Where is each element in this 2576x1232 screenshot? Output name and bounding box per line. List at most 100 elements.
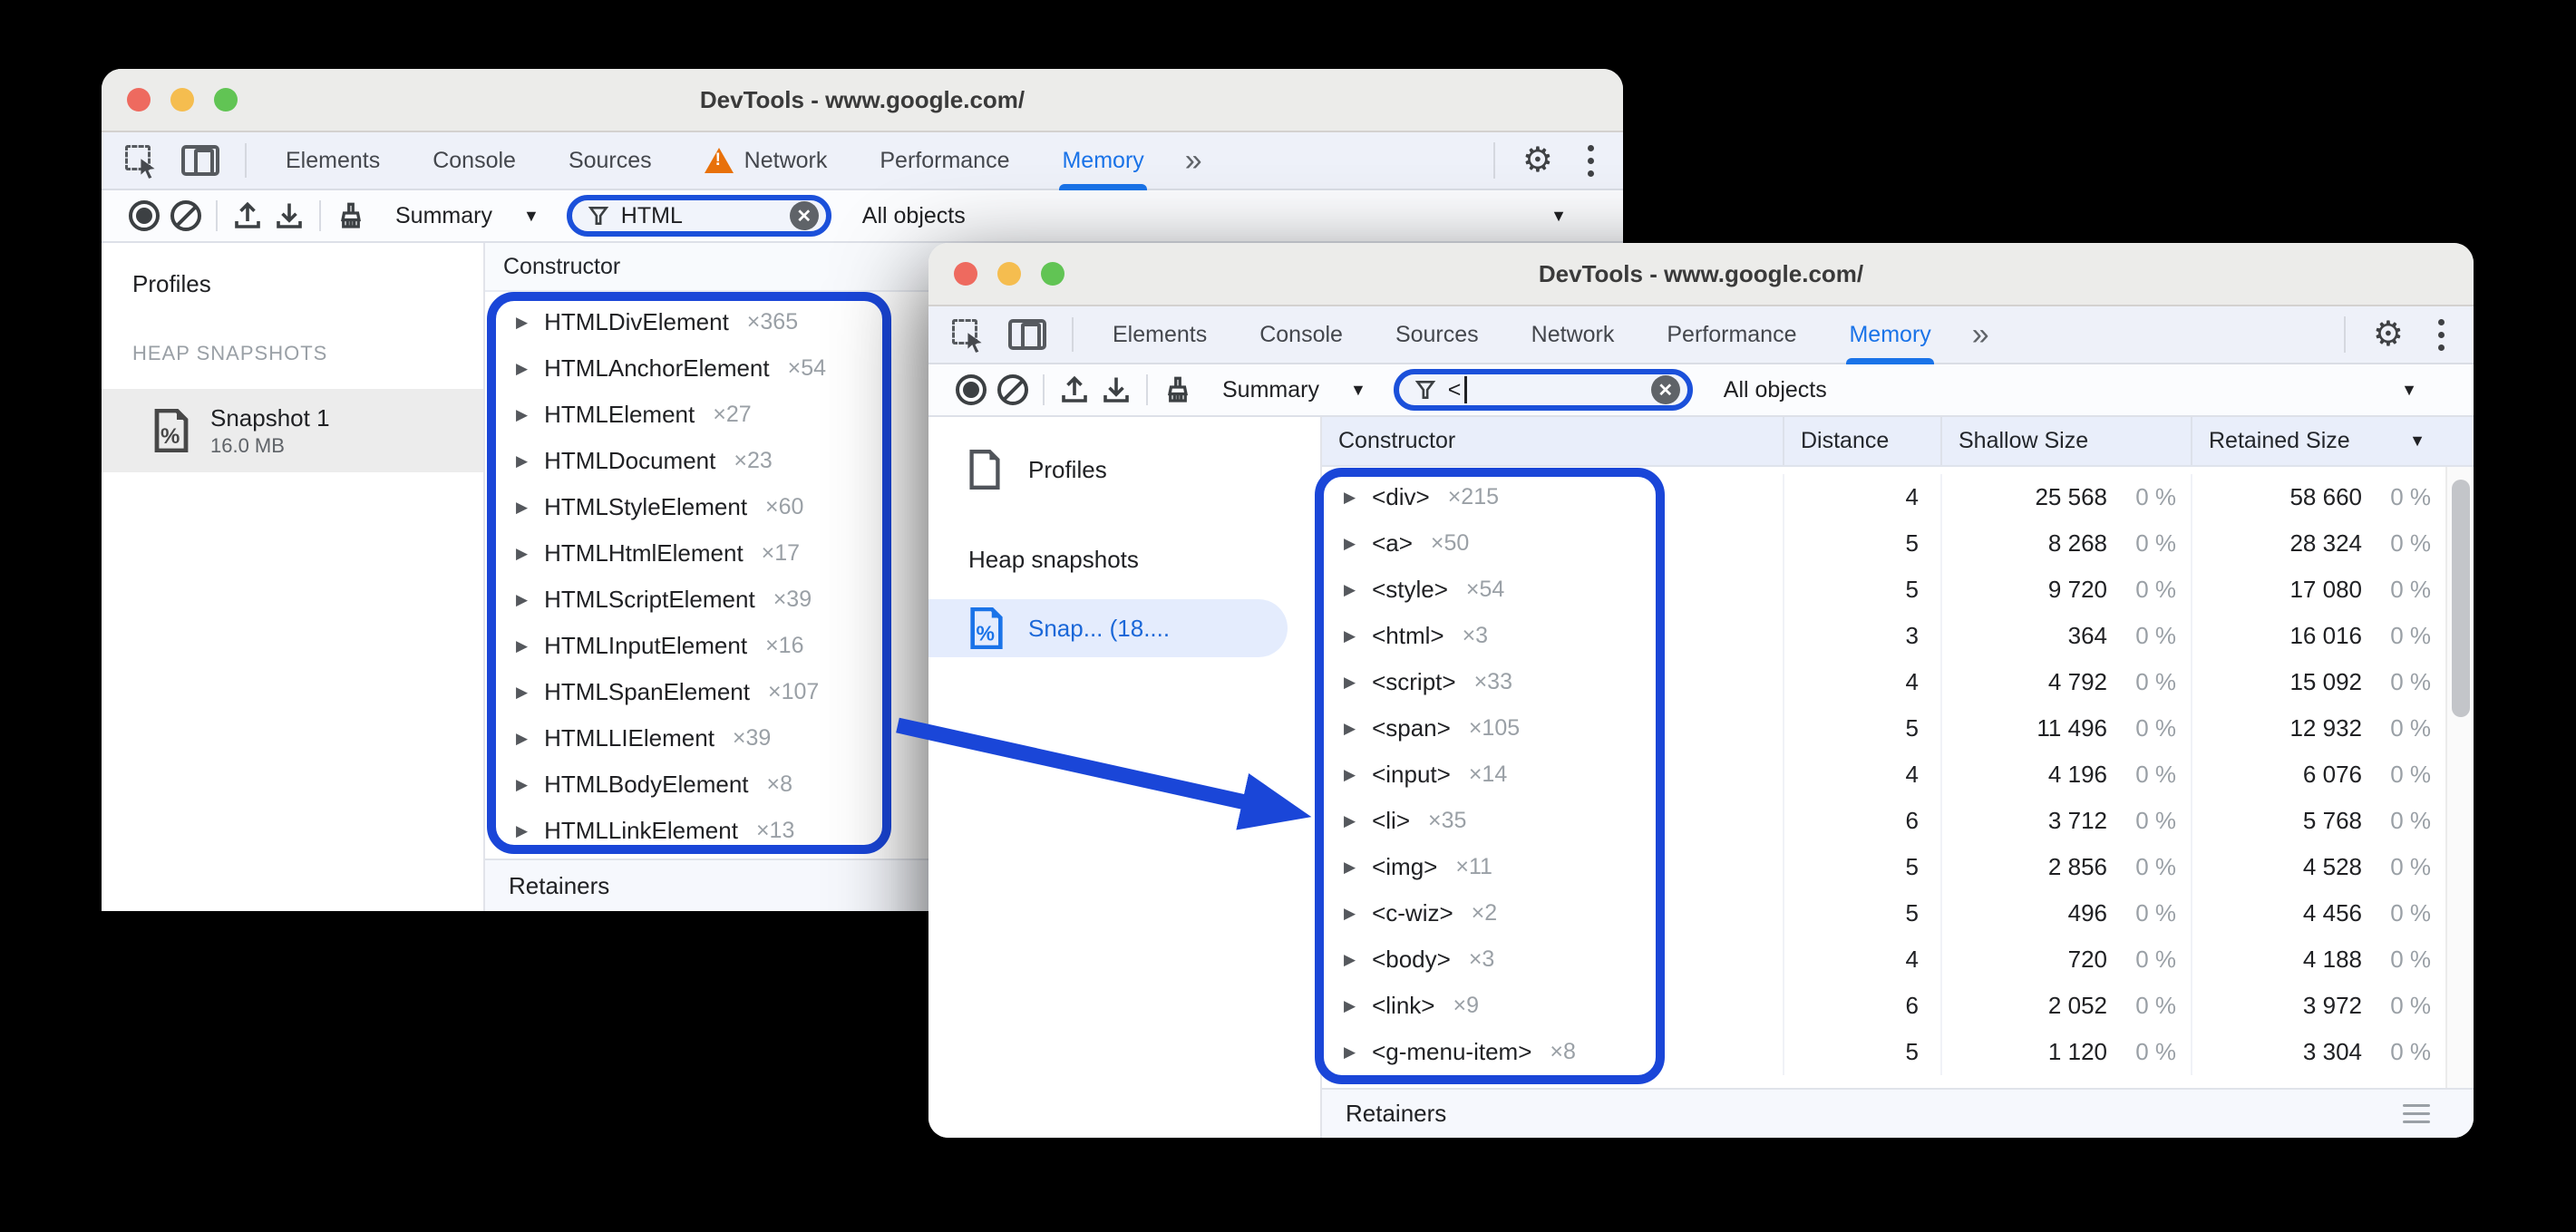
disclosure-triangle-icon[interactable]: ▶ (1344, 766, 1356, 784)
constructor-row[interactable]: ▶ <g-menu-item> ×8 5 1 120 0 % 3 304 0 % (1322, 1029, 2474, 1075)
disclosure-triangle-icon[interactable]: ▶ (1344, 812, 1356, 830)
inspect-element-icon[interactable] (123, 143, 158, 179)
disclosure-triangle-icon[interactable]: ▶ (516, 452, 528, 470)
save-profile-icon[interactable] (268, 195, 310, 237)
load-profile-icon[interactable] (1054, 369, 1095, 411)
tab-elements[interactable]: Elements (259, 132, 406, 189)
disclosure-triangle-icon[interactable]: ▶ (516, 822, 528, 840)
disclosure-triangle-icon[interactable]: ▶ (1344, 674, 1356, 692)
constructor-row[interactable]: ▶ <body> ×3 4 720 0 % 4 188 0 % (1322, 936, 2474, 983)
constructor-row[interactable]: ▶ <html> ×3 3 364 0 % 16 016 0 % (1322, 613, 2474, 659)
column-header-shallow-size[interactable]: Shallow Size (1940, 417, 2191, 465)
shallow-size-cell: 2 856 0 % (1940, 844, 2191, 890)
tab-memory[interactable]: Memory (1035, 132, 1170, 190)
tab-sources[interactable]: Sources (1369, 306, 1505, 363)
disclosure-triangle-icon[interactable]: ▶ (516, 499, 528, 517)
tab-memory[interactable]: Memory (1823, 306, 1957, 364)
constructor-row[interactable]: ▶ <span> ×105 5 11 496 0 % 12 932 0 % (1322, 705, 2474, 752)
clear-filter-icon[interactable]: ✕ (1650, 375, 1680, 404)
column-header-distance[interactable]: Distance (1783, 417, 1940, 465)
tab-performance[interactable]: Performance (1640, 306, 1823, 363)
maximize-window-button[interactable] (1041, 262, 1064, 286)
objects-scope-dropdown[interactable]: All objects ▼ (1724, 377, 2417, 403)
shallow-size-cell: 1 120 0 % (1940, 1029, 2191, 1075)
clear-filter-icon[interactable]: ✕ (789, 201, 819, 230)
disclosure-triangle-icon[interactable]: ▶ (1344, 627, 1356, 645)
disclosure-triangle-icon[interactable]: ▶ (1344, 905, 1356, 923)
disclosure-triangle-icon[interactable]: ▶ (516, 776, 528, 794)
minimize-window-button[interactable] (170, 88, 194, 112)
class-filter-input[interactable]: < ✕ (1393, 369, 1693, 411)
tab-sources[interactable]: Sources (542, 132, 678, 189)
maximize-window-button[interactable] (214, 88, 238, 112)
disclosure-triangle-icon[interactable]: ▶ (1344, 997, 1356, 1015)
constructor-row[interactable]: ▶ <img> ×11 5 2 856 0 % 4 528 0 % (1322, 844, 2474, 890)
settings-gear-icon[interactable]: ⚙ (1522, 143, 1553, 178)
clear-profiles-icon[interactable] (992, 369, 1034, 411)
more-tabs-icon[interactable]: » (1171, 143, 1215, 179)
constructor-row[interactable]: ▶ <li> ×35 6 3 712 0 % 5 768 0 % (1322, 798, 2474, 844)
device-toolbar-icon[interactable] (181, 145, 219, 176)
load-profile-icon[interactable] (227, 195, 268, 237)
tab-network[interactable]: Network (678, 132, 854, 189)
scrollbar-thumb[interactable] (2452, 480, 2470, 717)
disclosure-triangle-icon[interactable]: ▶ (516, 360, 528, 378)
clear-profiles-icon[interactable] (165, 195, 207, 237)
disclosure-triangle-icon[interactable]: ▶ (1344, 581, 1356, 599)
tab-console[interactable]: Console (1233, 306, 1369, 363)
disclosure-triangle-icon[interactable]: ▶ (516, 591, 528, 609)
disclosure-triangle-icon[interactable]: ▶ (516, 684, 528, 702)
record-heap-snapshot-icon[interactable] (123, 195, 165, 237)
disclosure-triangle-icon[interactable]: ▶ (516, 406, 528, 424)
vertical-scrollbar[interactable] (2445, 467, 2474, 1088)
tab-console[interactable]: Console (406, 132, 542, 189)
minimize-window-button[interactable] (997, 262, 1021, 286)
retained-size-value: 4 456 (2302, 899, 2362, 926)
perspective-dropdown[interactable]: Summary ▼ (1222, 377, 1366, 403)
kebab-menu-icon[interactable] (1580, 141, 1601, 180)
sidebar-item-profiles[interactable]: Profiles (928, 417, 1320, 490)
tab-elements[interactable]: Elements (1086, 306, 1233, 363)
tab-performance[interactable]: Performance (853, 132, 1035, 189)
column-header-retained-size[interactable]: Retained Size ▼ (2191, 417, 2445, 465)
disclosure-triangle-icon[interactable]: ▶ (516, 314, 528, 332)
kebab-menu-icon[interactable] (2431, 315, 2452, 354)
disclosure-triangle-icon[interactable]: ▶ (1344, 720, 1356, 738)
perspective-dropdown[interactable]: Summary ▼ (395, 203, 540, 229)
settings-gear-icon[interactable]: ⚙ (2373, 317, 2404, 352)
constructor-row[interactable]: ▶ <c-wiz> ×2 5 496 0 % 4 456 0 % (1322, 890, 2474, 936)
clear-brush-icon[interactable] (1157, 369, 1199, 411)
titlebar[interactable]: DevTools - www.google.com/ (102, 69, 1623, 132)
constructor-row[interactable]: ▶ <a> ×50 5 8 268 0 % 28 324 0 % (1322, 520, 2474, 567)
disclosure-triangle-icon[interactable]: ▶ (1344, 951, 1356, 969)
clear-brush-icon[interactable] (330, 195, 372, 237)
tab-network[interactable]: Network (1505, 306, 1641, 363)
constructor-row[interactable]: ▶ <div> ×215 4 25 568 0 % 58 660 0 % (1322, 474, 2474, 520)
close-window-button[interactable] (954, 262, 977, 286)
device-toolbar-icon[interactable] (1008, 319, 1046, 350)
constructor-row[interactable]: ▶ <link> ×9 6 2 052 0 % 3 972 0 % (1322, 983, 2474, 1029)
constructor-row[interactable]: ▶ <input> ×14 4 4 196 0 % 6 076 0 % (1322, 752, 2474, 798)
disclosure-triangle-icon[interactable]: ▶ (516, 637, 528, 655)
class-filter-input[interactable]: HTML ✕ (566, 195, 831, 237)
disclosure-triangle-icon[interactable]: ▶ (1344, 535, 1356, 553)
disclosure-triangle-icon[interactable]: ▶ (1344, 489, 1356, 507)
disclosure-triangle-icon[interactable]: ▶ (516, 730, 528, 748)
filter-value: < (1447, 376, 1462, 403)
constructor-row[interactable]: ▶ <script> ×33 4 4 792 0 % 15 092 0 % (1322, 659, 2474, 705)
save-profile-icon[interactable] (1095, 369, 1137, 411)
objects-scope-dropdown[interactable]: All objects ▼ (862, 203, 1567, 229)
inspect-element-icon[interactable] (950, 317, 985, 353)
disclosure-triangle-icon[interactable]: ▶ (516, 545, 528, 563)
record-heap-snapshot-icon[interactable] (950, 369, 992, 411)
column-header-constructor[interactable]: Constructor (1322, 417, 1783, 465)
retainers-menu-icon[interactable] (2403, 1104, 2430, 1123)
disclosure-triangle-icon[interactable]: ▶ (1344, 859, 1356, 877)
close-window-button[interactable] (127, 88, 151, 112)
snapshot-item-selected[interactable]: % Snapshot 1 16.0 MB (102, 389, 483, 472)
disclosure-triangle-icon[interactable]: ▶ (1344, 1043, 1356, 1062)
snapshot-item-selected[interactable]: % Snap... (18.... (928, 599, 1288, 657)
more-tabs-icon[interactable]: » (1958, 317, 2002, 353)
titlebar[interactable]: DevTools - www.google.com/ (928, 243, 2474, 306)
constructor-row[interactable]: ▶ <style> ×54 5 9 720 0 % 17 080 0 % (1322, 567, 2474, 613)
